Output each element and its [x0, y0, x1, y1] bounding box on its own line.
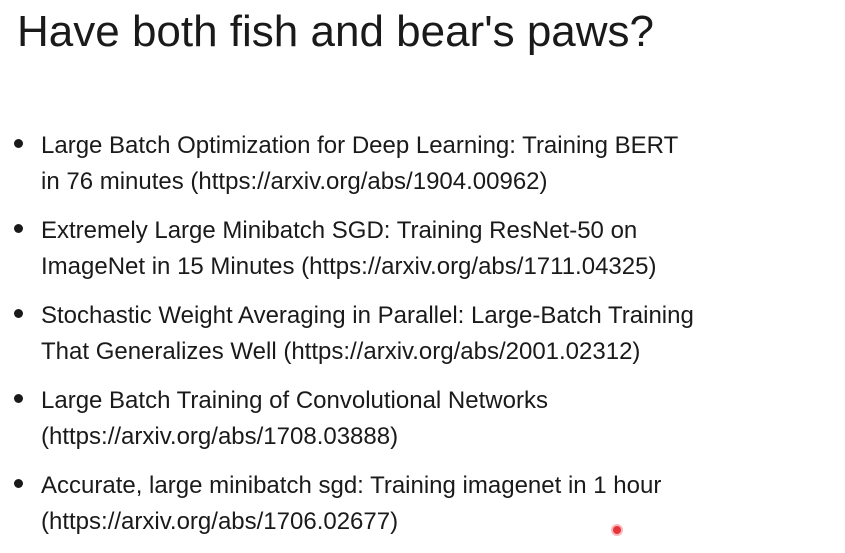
reference-title-line: Extremely Large Minibatch SGD: Training …: [41, 217, 638, 244]
reference-item: Large Batch Training of Convolutional Ne…: [0, 383, 845, 455]
reference-link-line: ImageNet in 15 Minutes (https://arxiv.or…: [41, 253, 657, 280]
reference-link-line: (https://arxiv.org/abs/1708.03888): [41, 423, 399, 450]
bullet-dot-icon: [14, 479, 23, 488]
reference-item: Extremely Large Minibatch SGD: Training …: [0, 213, 845, 285]
reference-link-line: That Generalizes Well (https://arxiv.org…: [41, 338, 641, 365]
reference-link-line: (https://arxiv.org/abs/1706.02677): [41, 508, 399, 535]
reference-text: Large Batch Training of Convolutional Ne…: [41, 383, 839, 455]
slide-title: Have both fish and bear's paws?: [17, 7, 655, 56]
reference-item: Large Batch Optimization for Deep Learni…: [0, 128, 845, 200]
reference-item: Stochastic Weight Averaging in Parallel:…: [0, 298, 845, 370]
reference-link-line: in 76 minutes (https://arxiv.org/abs/190…: [41, 168, 548, 195]
reference-title-line: Large Batch Training of Convolutional Ne…: [41, 387, 548, 414]
reference-list: Large Batch Optimization for Deep Learni…: [0, 128, 845, 553]
presentation-slide: Have both fish and bear's paws? Large Ba…: [0, 0, 845, 542]
reference-title-line: Accurate, large minibatch sgd: Training …: [41, 472, 662, 499]
reference-text: Stochastic Weight Averaging in Parallel:…: [41, 298, 839, 370]
reference-text: Large Batch Optimization for Deep Learni…: [41, 128, 839, 200]
bullet-dot-icon: [14, 139, 23, 148]
reference-title-line: Stochastic Weight Averaging in Parallel:…: [41, 302, 694, 329]
reference-title-line: Large Batch Optimization for Deep Learni…: [41, 132, 679, 159]
reference-text: Accurate, large minibatch sgd: Training …: [41, 468, 839, 540]
bullet-dot-icon: [14, 224, 23, 233]
laser-pointer-dot-icon: [613, 526, 621, 534]
bullet-dot-icon: [14, 309, 23, 318]
reference-item: Accurate, large minibatch sgd: Training …: [0, 468, 845, 540]
bullet-dot-icon: [14, 394, 23, 403]
reference-text: Extremely Large Minibatch SGD: Training …: [41, 213, 839, 285]
